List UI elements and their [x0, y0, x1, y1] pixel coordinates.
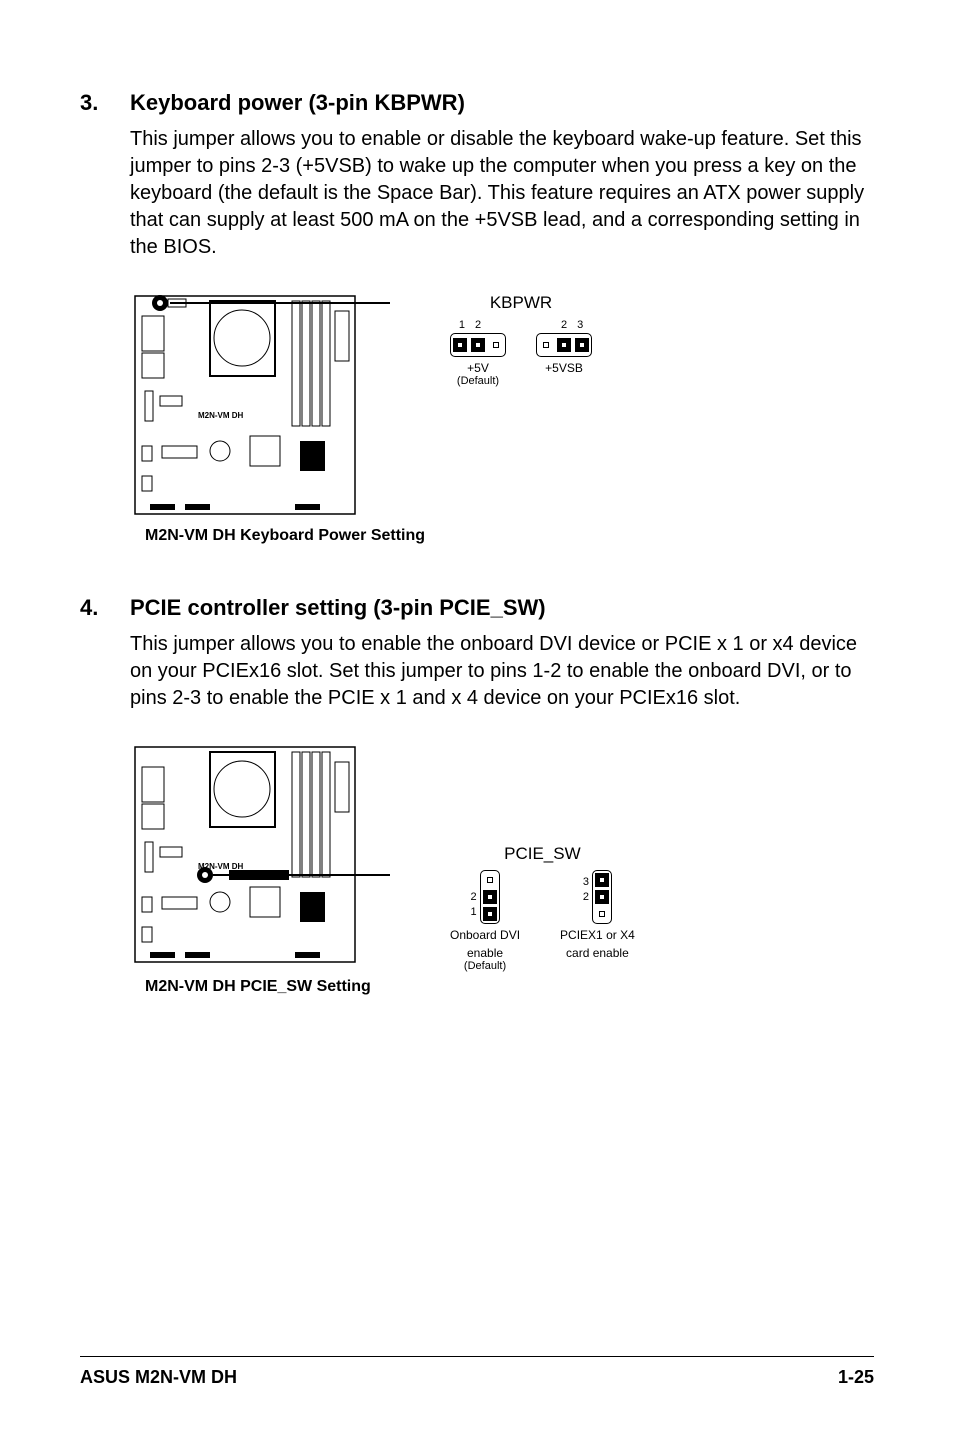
jumper-header: PCIE_SW	[450, 844, 635, 864]
jumper-label: card enable	[566, 946, 629, 960]
section-pcie-controller: 4. PCIE controller setting (3-pin PCIE_S…	[80, 595, 874, 996]
jumper-label: PCIEX1 or X4	[560, 928, 635, 942]
jumper-icon	[450, 333, 506, 357]
page-footer: ASUS M2N-VM DH 1-25	[80, 1356, 874, 1388]
section-body: This jumper allows you to enable or disa…	[130, 126, 874, 261]
diagram-caption: M2N-VM DH PCIE_SW Setting	[145, 978, 874, 996]
section-number: 3.	[80, 90, 130, 116]
section-body: This jumper allows you to enable the onb…	[130, 631, 874, 712]
pin-label: 2	[470, 891, 476, 903]
pin-label: 3	[583, 876, 589, 888]
jumper-label: +5VSB	[536, 361, 592, 375]
motherboard-diagram-icon: M2N-VM DH	[130, 742, 390, 967]
footer-right: 1-25	[838, 1367, 874, 1388]
jumper-label: enable	[467, 946, 503, 960]
board-label: M2N-VM DH	[198, 411, 244, 420]
section-number: 4.	[80, 595, 130, 621]
diagram-kbpwr: M2N-VM DH KBPWR 1 2	[130, 291, 874, 521]
section-title: Keyboard power (3-pin KBPWR)	[130, 90, 465, 116]
pin-label: 2	[475, 319, 481, 331]
section-keyboard-power: 3. Keyboard power (3-pin KBPWR) This jum…	[80, 90, 874, 545]
pin-label: 1	[459, 319, 465, 331]
jumper-icon	[592, 870, 612, 924]
section-title: PCIE controller setting (3-pin PCIE_SW)	[130, 595, 546, 621]
pin-label: 3	[577, 319, 583, 331]
diagram-pcie: M2N-VM DH PCIE_SW	[130, 742, 874, 972]
jumper-default: (Default)	[450, 375, 506, 387]
pin-label: 2	[561, 319, 567, 331]
footer-left: ASUS M2N-VM DH	[80, 1367, 237, 1388]
jumper-default: (Default)	[464, 960, 506, 972]
pin-label: 2	[583, 891, 589, 903]
jumper-icon	[536, 333, 592, 357]
jumper-label: Onboard DVI	[450, 928, 520, 942]
diagram-caption: M2N-VM DH Keyboard Power Setting	[145, 527, 874, 545]
pin-label: 1	[470, 906, 476, 918]
jumper-label: +5V	[450, 361, 506, 375]
jumper-header: KBPWR	[450, 293, 592, 313]
jumper-icon	[480, 870, 500, 924]
motherboard-diagram-icon: M2N-VM DH	[130, 291, 390, 521]
